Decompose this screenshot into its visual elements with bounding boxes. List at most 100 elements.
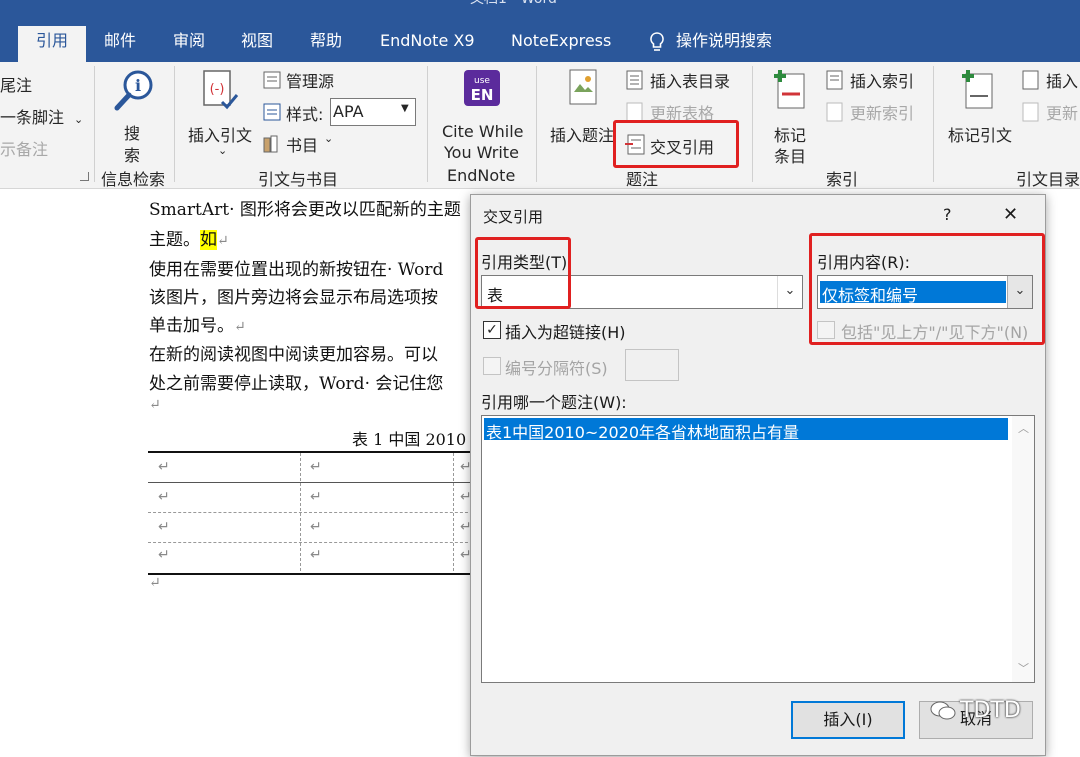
chevron-down-icon: ⌄ [218,144,228,157]
svg-text:EN: EN [471,86,494,104]
style-icon [263,103,281,121]
group-separator [94,66,95,182]
doc-line-text: 单击加号。 [149,316,234,336]
dropdown-arrow-icon: ▼ [401,103,409,114]
tab-mailings[interactable]: 邮件 [104,26,136,62]
table-row-divider [148,542,478,543]
number-separator-checkbox[interactable] [483,357,501,375]
doc-line: 该图片，图片旁边将会显示布局选项按 [149,288,438,308]
group-separator [427,66,428,182]
insert-caption-button[interactable]: 插入题注 [548,68,620,148]
group-label-research: 信息检索 [101,170,166,189]
mark-citation-button[interactable]: 标记引文 [946,68,1018,148]
cell-mark: ↵ [310,459,322,475]
table-row-divider [148,512,478,513]
dialog-launcher-icon[interactable] [80,172,89,181]
table-caption: 表 1 中国 2010 [352,430,467,449]
scroll-up-icon[interactable]: ︿ [1018,420,1029,436]
chevron-down-icon: ⌄ [74,113,84,126]
scroll-down-icon[interactable]: ﹀ [1018,660,1029,676]
which-caption-label: 引用哪一个题注(W): [481,393,627,412]
cite-while-you-write-button[interactable]: use EN Cite While You Write [440,68,526,164]
cell-mark: ↵ [310,519,322,535]
next-footnote-button[interactable]: 一条脚注 ⌄ [0,104,83,128]
title-bar: 文档1 - Word 引用 邮件 审阅 视图 帮助 EndNote X9 Not… [0,0,1080,62]
insert-endnote-button[interactable]: 尾注 [0,72,32,96]
group-separator [174,66,175,182]
tab-references[interactable]: 引用 [18,26,86,62]
paragraph-mark: ↵ [217,233,229,249]
highlight-box-reference-type [475,237,571,309]
update-table-icon [626,102,643,122]
mark-citation-icon [962,70,993,109]
search-label-2: 索 [124,146,141,165]
mark-entry-button[interactable]: 标记 条目 [764,68,820,166]
group-separator [933,66,934,182]
data-table[interactable]: ↵ ↵ ↵ ↵ ↵ ↵ ↵ ↵ ↵ ↵ ↵ ↵ [148,451,478,575]
scrollbar[interactable]: ︿ ﹀ [1012,416,1034,682]
group-label-toa: 引文目录 [1016,170,1080,189]
svg-text:use: use [474,76,490,86]
doc-line: 处之前需要停止读取，Word· 会记住您 [149,374,444,394]
caption-list[interactable]: 表1中国2010~2020年各省林地面积占有量 ︿ ﹀ [481,415,1035,683]
group-label-endnote: EndNote [447,166,516,185]
cell-mark: ↵ [310,489,322,505]
insert-hyperlink-label: 插入为超链接(H) [505,323,626,342]
insert-tof-label: 插入表目录 [650,72,731,91]
info-search-icon: i [114,70,153,111]
cell-mark: ↵ [310,547,322,563]
number-separator-label: 编号分隔符(S) [505,359,608,378]
ribbon: 尾注 一条脚注 ⌄ 示备注 i 搜 索 信息检索 (-) 插入引文 ⌄ 管理源 [0,62,1080,189]
style-label: 样式: [286,105,324,124]
tab-noteexpress[interactable]: NoteExpress [511,26,611,62]
caption-list-item[interactable]: 表1中国2010~2020年各省林地面积占有量 [484,418,1008,442]
insert-button[interactable]: 插入(I) [791,701,905,739]
insert-caption-label: 插入题注 [550,126,615,145]
doc-line: 主题。如↵ [149,225,229,250]
help-button[interactable]: ? [943,205,952,224]
style-dropdown[interactable]: APA ▼ [330,98,416,126]
search-button[interactable]: i 搜 索 [110,68,158,165]
cwyw-label-1: Cite While [442,122,524,141]
tab-help[interactable]: 帮助 [310,26,342,62]
bibliography-label: 书目 [286,136,319,155]
manage-sources-icon [263,71,281,89]
tab-endnote[interactable]: EndNote X9 [380,26,475,62]
insert-hyperlink-checkbox[interactable]: ✓ [483,321,501,339]
bibliography-icon [263,135,278,153]
cwyw-label-2: You Write [444,143,519,162]
show-notes-button[interactable]: 示备注 [0,136,48,160]
insert-index-icon [826,70,843,90]
doc-line: 使用在需要位置出现的新按钮在· Word [149,260,444,280]
highlighted-text: 如 [200,230,217,250]
group-separator [752,66,753,182]
number-separator-input[interactable] [625,349,679,381]
group-label-index: 索引 [826,170,859,189]
watermark-text: TDTD [960,698,1021,723]
doc-line: 单击加号。↵ [149,311,246,336]
window-title: 文档1 - Word [470,0,557,8]
insert-caption-icon [569,69,597,105]
doc-line-text: 主题。 [149,230,200,250]
style-value: APA [333,102,364,121]
dialog-title: 交叉引用 [483,208,544,226]
insert-citation-icon: (-) [203,70,239,110]
doc-line: SmartArt· 图形将会更改以匹配新的主题 [149,200,461,220]
paragraph-mark: ↵ [234,319,246,335]
update-index-icon [826,102,843,122]
lightbulb-icon [650,31,664,51]
insert-toa-icon [1022,70,1039,90]
tab-view[interactable]: 视图 [241,26,273,62]
close-icon[interactable]: ✕ [1003,204,1018,225]
insert-index-label: 插入索引 [850,72,915,91]
paragraph-mark: ↵ [149,575,161,591]
search-label-1: 搜 [124,124,141,143]
insert-citation-button[interactable]: (-) 插入引文 ⌄ [186,68,256,160]
mark-entry-icon [774,70,805,109]
table-of-figures-icon [626,70,643,90]
wechat-watermark: TDTD [930,698,1021,728]
tab-review[interactable]: 审阅 [173,26,205,62]
tell-me-search[interactable]: 操作说明搜索 [648,26,772,62]
highlight-box-cross-reference [613,120,739,168]
update-index-label: 更新索引 [850,104,915,123]
